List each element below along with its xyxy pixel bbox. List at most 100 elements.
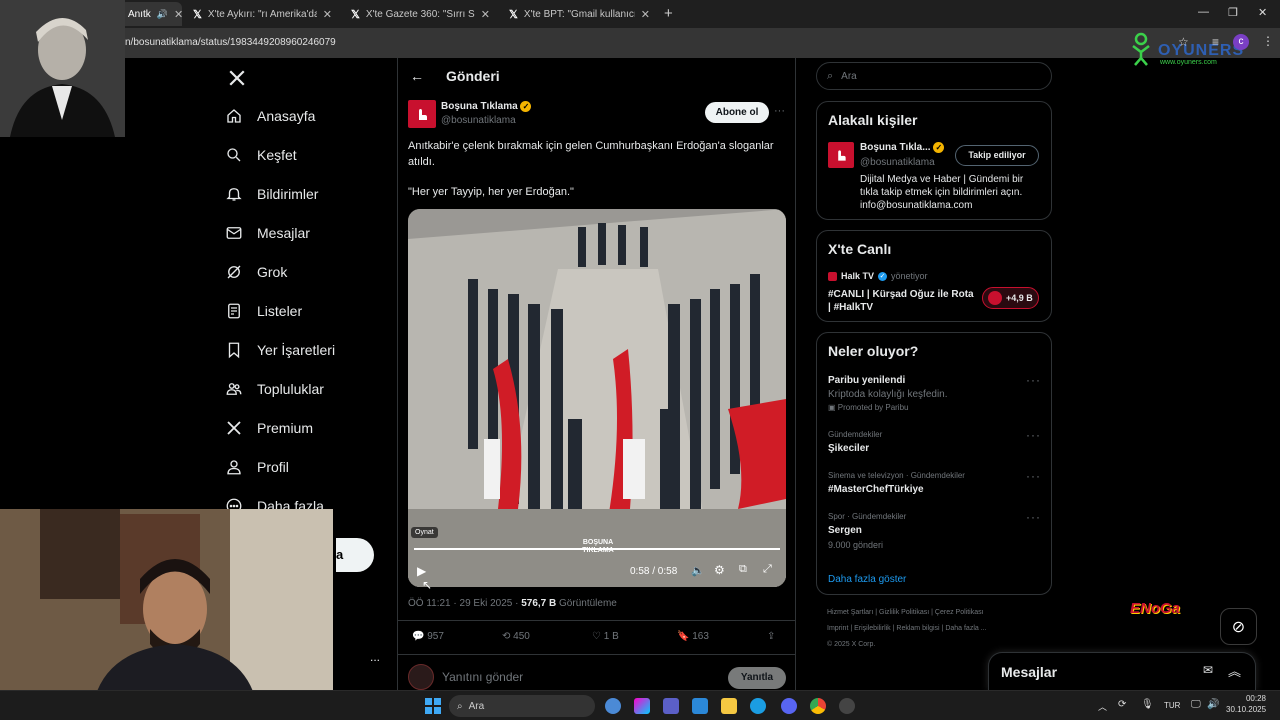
nav-item-0[interactable]: Anasayfa <box>225 96 395 135</box>
account-more-icon[interactable]: ... <box>370 650 380 664</box>
settings-app-icon[interactable] <box>839 698 855 714</box>
language-indicator[interactable]: TUR <box>1164 701 1180 710</box>
tray-chevron-icon[interactable]: ︿ <box>1098 700 1107 713</box>
trend-more-icon[interactable]: ··· <box>1026 373 1041 387</box>
browser-menu-icon[interactable]: ⋮ <box>1262 34 1274 48</box>
sync-icon[interactable]: ⟳ <box>1118 699 1126 710</box>
close-tab-icon[interactable]: ✕ <box>641 8 650 21</box>
reply-button[interactable]: 💬 957 <box>412 631 502 642</box>
edge-icon[interactable] <box>750 698 766 714</box>
grok-float-icon[interactable]: ⊘ <box>1220 608 1257 645</box>
footer-link[interactable]: Reklam bilgisi <box>896 625 939 632</box>
star-icon[interactable]: ☆ <box>1178 35 1189 49</box>
subscribe-button[interactable]: Abone ol <box>705 102 769 123</box>
following-button[interactable]: Takip ediliyor <box>955 145 1039 166</box>
show-more-link[interactable]: Daha fazla göster <box>828 574 906 585</box>
search-input[interactable]: Ara <box>841 71 857 82</box>
fullscreen-icon[interactable]: ⤢ <box>763 563 772 576</box>
windows-start-icon[interactable] <box>425 698 441 714</box>
clock-date[interactable]: 30.10.2025 <box>1226 705 1266 714</box>
main-column: ← Gönderi Boşuna Tıklama ✓ @bosunatiklam… <box>397 58 796 690</box>
copilot-icon[interactable] <box>605 698 621 714</box>
mic-icon[interactable]: 🎙 <box>1141 699 1154 710</box>
discord-icon[interactable] <box>781 698 797 714</box>
volume-icon[interactable]: 🔊 <box>1207 699 1219 710</box>
nav-item-4[interactable]: Grok <box>225 252 395 291</box>
messages-drawer[interactable]: Mesajlar ✉ ︽ <box>988 652 1256 690</box>
reply-submit-button[interactable]: Yanıtla <box>728 667 786 689</box>
taskbar-search[interactable]: ⌕ Ara <box>449 695 595 717</box>
folder-icon[interactable] <box>721 698 737 714</box>
footer-link[interactable]: Çerez Politikası <box>935 609 984 616</box>
like-button[interactable]: ♡ 1 B <box>592 631 677 642</box>
nav-item-3[interactable]: Mesajlar <box>225 213 395 252</box>
author-avatar[interactable] <box>408 100 436 128</box>
play-icon[interactable]: ▶ <box>417 564 426 578</box>
live-card[interactable]: X'te Canlı Halk TV ✓ yönetiyor #CANLI | … <box>816 230 1052 322</box>
trend-more-icon[interactable]: ··· <box>1026 428 1041 442</box>
nav-item-9[interactable]: Profil <box>225 447 395 486</box>
store-icon[interactable] <box>692 698 708 714</box>
author-name[interactable]: Boşuna Tıklama ✓ <box>441 101 532 112</box>
trend-item[interactable]: Spor · Gündemdekiler Sergen 9.000 gönderi <box>828 512 906 550</box>
video-player[interactable]: Oynat BOŞUNA TIKLAMA ▶ 0:58 / 0:58 🔈 ⚙ ⧉… <box>408 209 786 587</box>
related-handle[interactable]: @bosunatiklama <box>860 157 935 168</box>
nav-item-1[interactable]: Keşfet <box>225 135 395 174</box>
settings-gear-icon[interactable]: ⚙ <box>714 563 725 577</box>
browser-tab-active[interactable]: Anıtk 🔊 ✕ <box>120 2 182 26</box>
related-name[interactable]: Boşuna Tıkla... ✓ <box>860 142 945 153</box>
new-tab-icon[interactable]: + <box>664 5 673 22</box>
browser-tab[interactable]: 𝕏 X'te Gazete 360: "Sırrı Süreyya ✕ <box>343 2 498 26</box>
expand-icon[interactable]: ︽ <box>1228 661 1241 680</box>
media-icon[interactable]: ≡ <box>1212 35 1219 49</box>
post-more-icon[interactable]: ··· <box>774 105 785 117</box>
volume-icon[interactable]: 🔈 <box>691 564 705 577</box>
chrome-icon[interactable] <box>810 698 826 714</box>
close-tab-icon[interactable]: ✕ <box>323 8 332 21</box>
back-arrow-icon[interactable]: ← <box>410 68 424 84</box>
footer-link[interactable]: Imprint <box>827 625 848 632</box>
browser-tab[interactable]: 𝕏 X'te BPT: "Gmail kullanıcılarının ✕ <box>501 2 658 26</box>
url-field[interactable]: n/bosunatiklama/status/19834492089602460… <box>125 37 336 48</box>
nav-item-7[interactable]: Topluluklar <box>225 369 395 408</box>
new-message-icon[interactable]: ✉ <box>1203 663 1213 677</box>
x-home-logo-icon[interactable] <box>225 60 395 96</box>
profile-avatar[interactable]: c <box>1233 34 1249 50</box>
clock-time[interactable]: 00:28 <box>1230 694 1266 703</box>
colorful-app-icon[interactable] <box>634 698 650 714</box>
post-timestamp[interactable]: ÖÖ 11:21 · 29 Eki 2025 · <box>408 598 521 609</box>
search-box[interactable]: ⌕ Ara <box>816 62 1052 90</box>
footer-link[interactable]: Gizlilik Politikası <box>879 609 929 616</box>
trend-more-icon[interactable]: ··· <box>1026 510 1041 524</box>
footer-link[interactable]: Erişilebilirlik <box>854 625 891 632</box>
browser-tab[interactable]: 𝕏 X'te Aykırı: "rı Amerika'da 29 E ✕ <box>185 2 340 26</box>
window-close-icon[interactable]: ✕ <box>1258 6 1267 19</box>
maximize-icon[interactable]: ❐ <box>1228 6 1238 19</box>
footer-link[interactable]: Hizmet Şartları <box>827 609 873 616</box>
nav-item-5[interactable]: Listeler <box>225 291 395 330</box>
share-icon[interactable]: ⇪ <box>767 631 775 642</box>
nav-item-8[interactable]: Premium <box>225 408 395 447</box>
close-tab-icon[interactable]: ✕ <box>481 8 490 21</box>
reply-input[interactable]: Yanıtını gönder <box>442 670 523 684</box>
speaker-icon[interactable]: 🔊 <box>157 9 168 20</box>
live-listeners-badge[interactable]: +4,9 B <box>982 287 1039 309</box>
network-icon[interactable]: 🖵 <box>1191 699 1201 710</box>
repost-button[interactable]: ⟲ 450 <box>502 631 592 642</box>
trend-item[interactable]: Sinema ve televizyon · Gündemdekiler #Mas… <box>828 471 965 495</box>
trend-more-icon[interactable]: ··· <box>1026 469 1041 483</box>
nav-item-6[interactable]: Yer İşaretleri <box>225 330 395 369</box>
promoted-trend[interactable]: Paribu yenilendi Kriptoda kolaylığı keşf… <box>828 375 948 412</box>
close-tab-icon[interactable]: ✕ <box>174 8 182 21</box>
related-avatar[interactable] <box>828 142 854 168</box>
bookmark-button[interactable]: 🔖 163 <box>677 631 767 642</box>
trend-item[interactable]: Gündemdekiler Şikeciler <box>828 430 882 454</box>
teams-icon[interactable] <box>663 698 679 714</box>
dock-video-icon[interactable]: ⧉ <box>739 563 747 576</box>
author-handle[interactable]: @bosunatiklama <box>441 115 516 126</box>
footer-link[interactable]: Daha fazla ... <box>945 625 986 632</box>
post-button[interactable]: a <box>336 538 374 572</box>
nav-item-2[interactable]: Bildirimler <box>225 174 395 213</box>
video-progress-track[interactable] <box>414 548 780 550</box>
minimize-icon[interactable]: — <box>1198 6 1209 18</box>
